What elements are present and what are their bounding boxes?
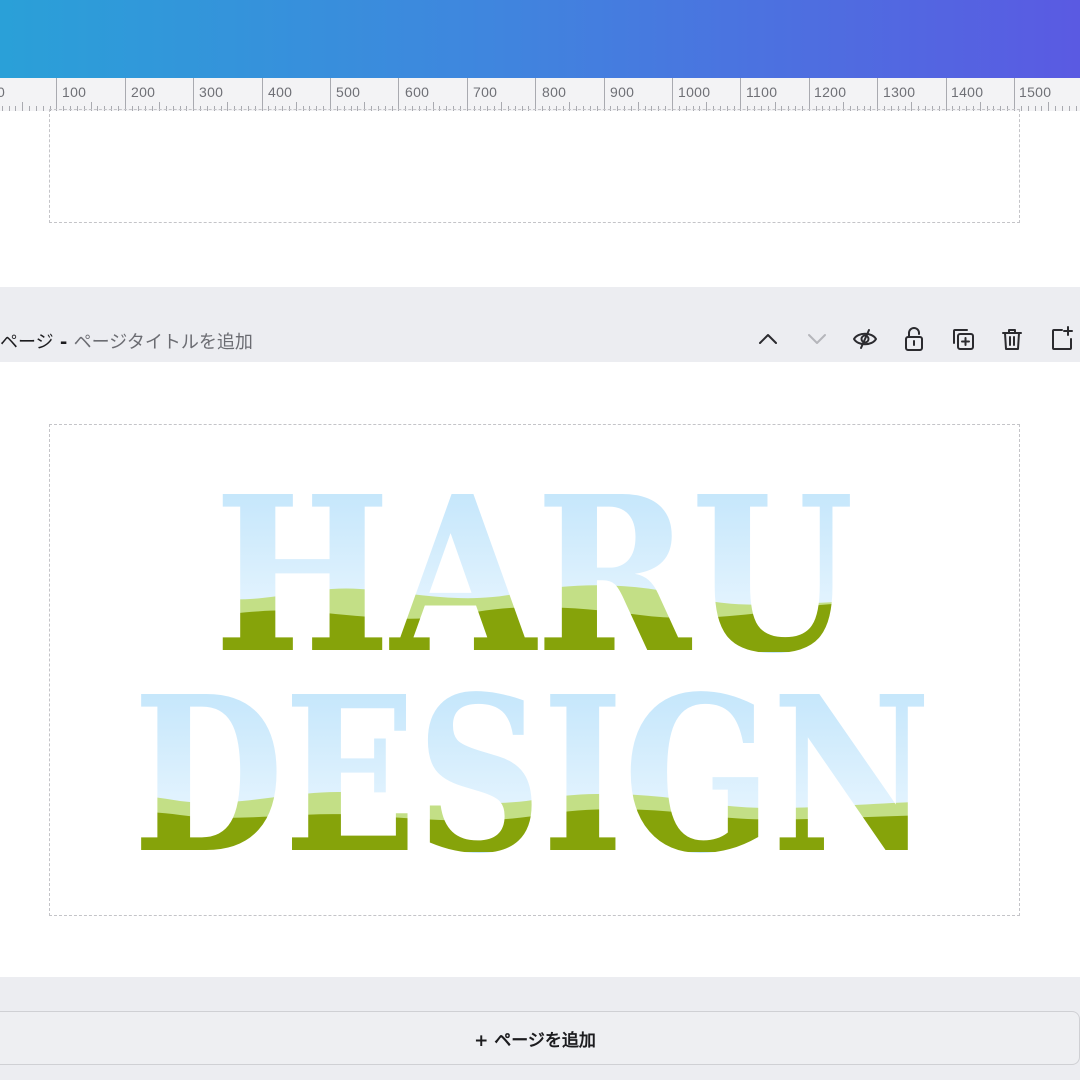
margin-guide (49, 109, 1020, 223)
ruler-label: 0 (0, 84, 5, 100)
duplicate-icon[interactable] (950, 326, 976, 352)
chevron-up-icon[interactable] (755, 326, 781, 352)
eye-slash-icon[interactable] (852, 326, 878, 352)
ruler-label: 1000 (678, 84, 711, 100)
page-canvas-current[interactable]: HARU DESIGN (0, 362, 1080, 977)
page-canvas-previous[interactable] (0, 109, 1080, 287)
ruler-ticks (2, 78, 1077, 111)
ruler-label: 300 (199, 84, 224, 100)
ruler-label: 1500 (1019, 84, 1052, 100)
horizontal-ruler: 0 100 200 300 400 500 600 700 800 900 10… (0, 78, 1080, 112)
ruler-label: 700 (473, 84, 498, 100)
ruler-label: 800 (542, 84, 567, 100)
editor-top-bar (0, 0, 1080, 78)
ruler-label: 200 (131, 84, 156, 100)
ruler-label: 1300 (883, 84, 916, 100)
design-line-2: DESIGN (133, 650, 931, 901)
haru-design-artwork[interactable]: HARU DESIGN (0, 362, 1080, 977)
add-page-icon[interactable] (1049, 326, 1075, 352)
add-page-label: + ページを追加 (474, 1030, 596, 1051)
trash-icon[interactable] (999, 326, 1025, 352)
ruler-label: 900 (610, 84, 635, 100)
unlock-icon[interactable] (901, 326, 927, 352)
add-page-button[interactable]: + ページを追加 (0, 1011, 1080, 1065)
ruler-label: 400 (268, 84, 293, 100)
ruler-label: 100 (62, 84, 87, 100)
chevron-down-icon[interactable] (804, 326, 830, 352)
ruler-label: 1200 (814, 84, 847, 100)
ruler-label: 1100 (746, 84, 778, 100)
ruler-label: 500 (336, 84, 361, 100)
page-header: ページ - ページタイトルを追加 (0, 288, 1080, 362)
ruler-label: 600 (405, 84, 430, 100)
ruler-label: 1400 (951, 84, 984, 100)
